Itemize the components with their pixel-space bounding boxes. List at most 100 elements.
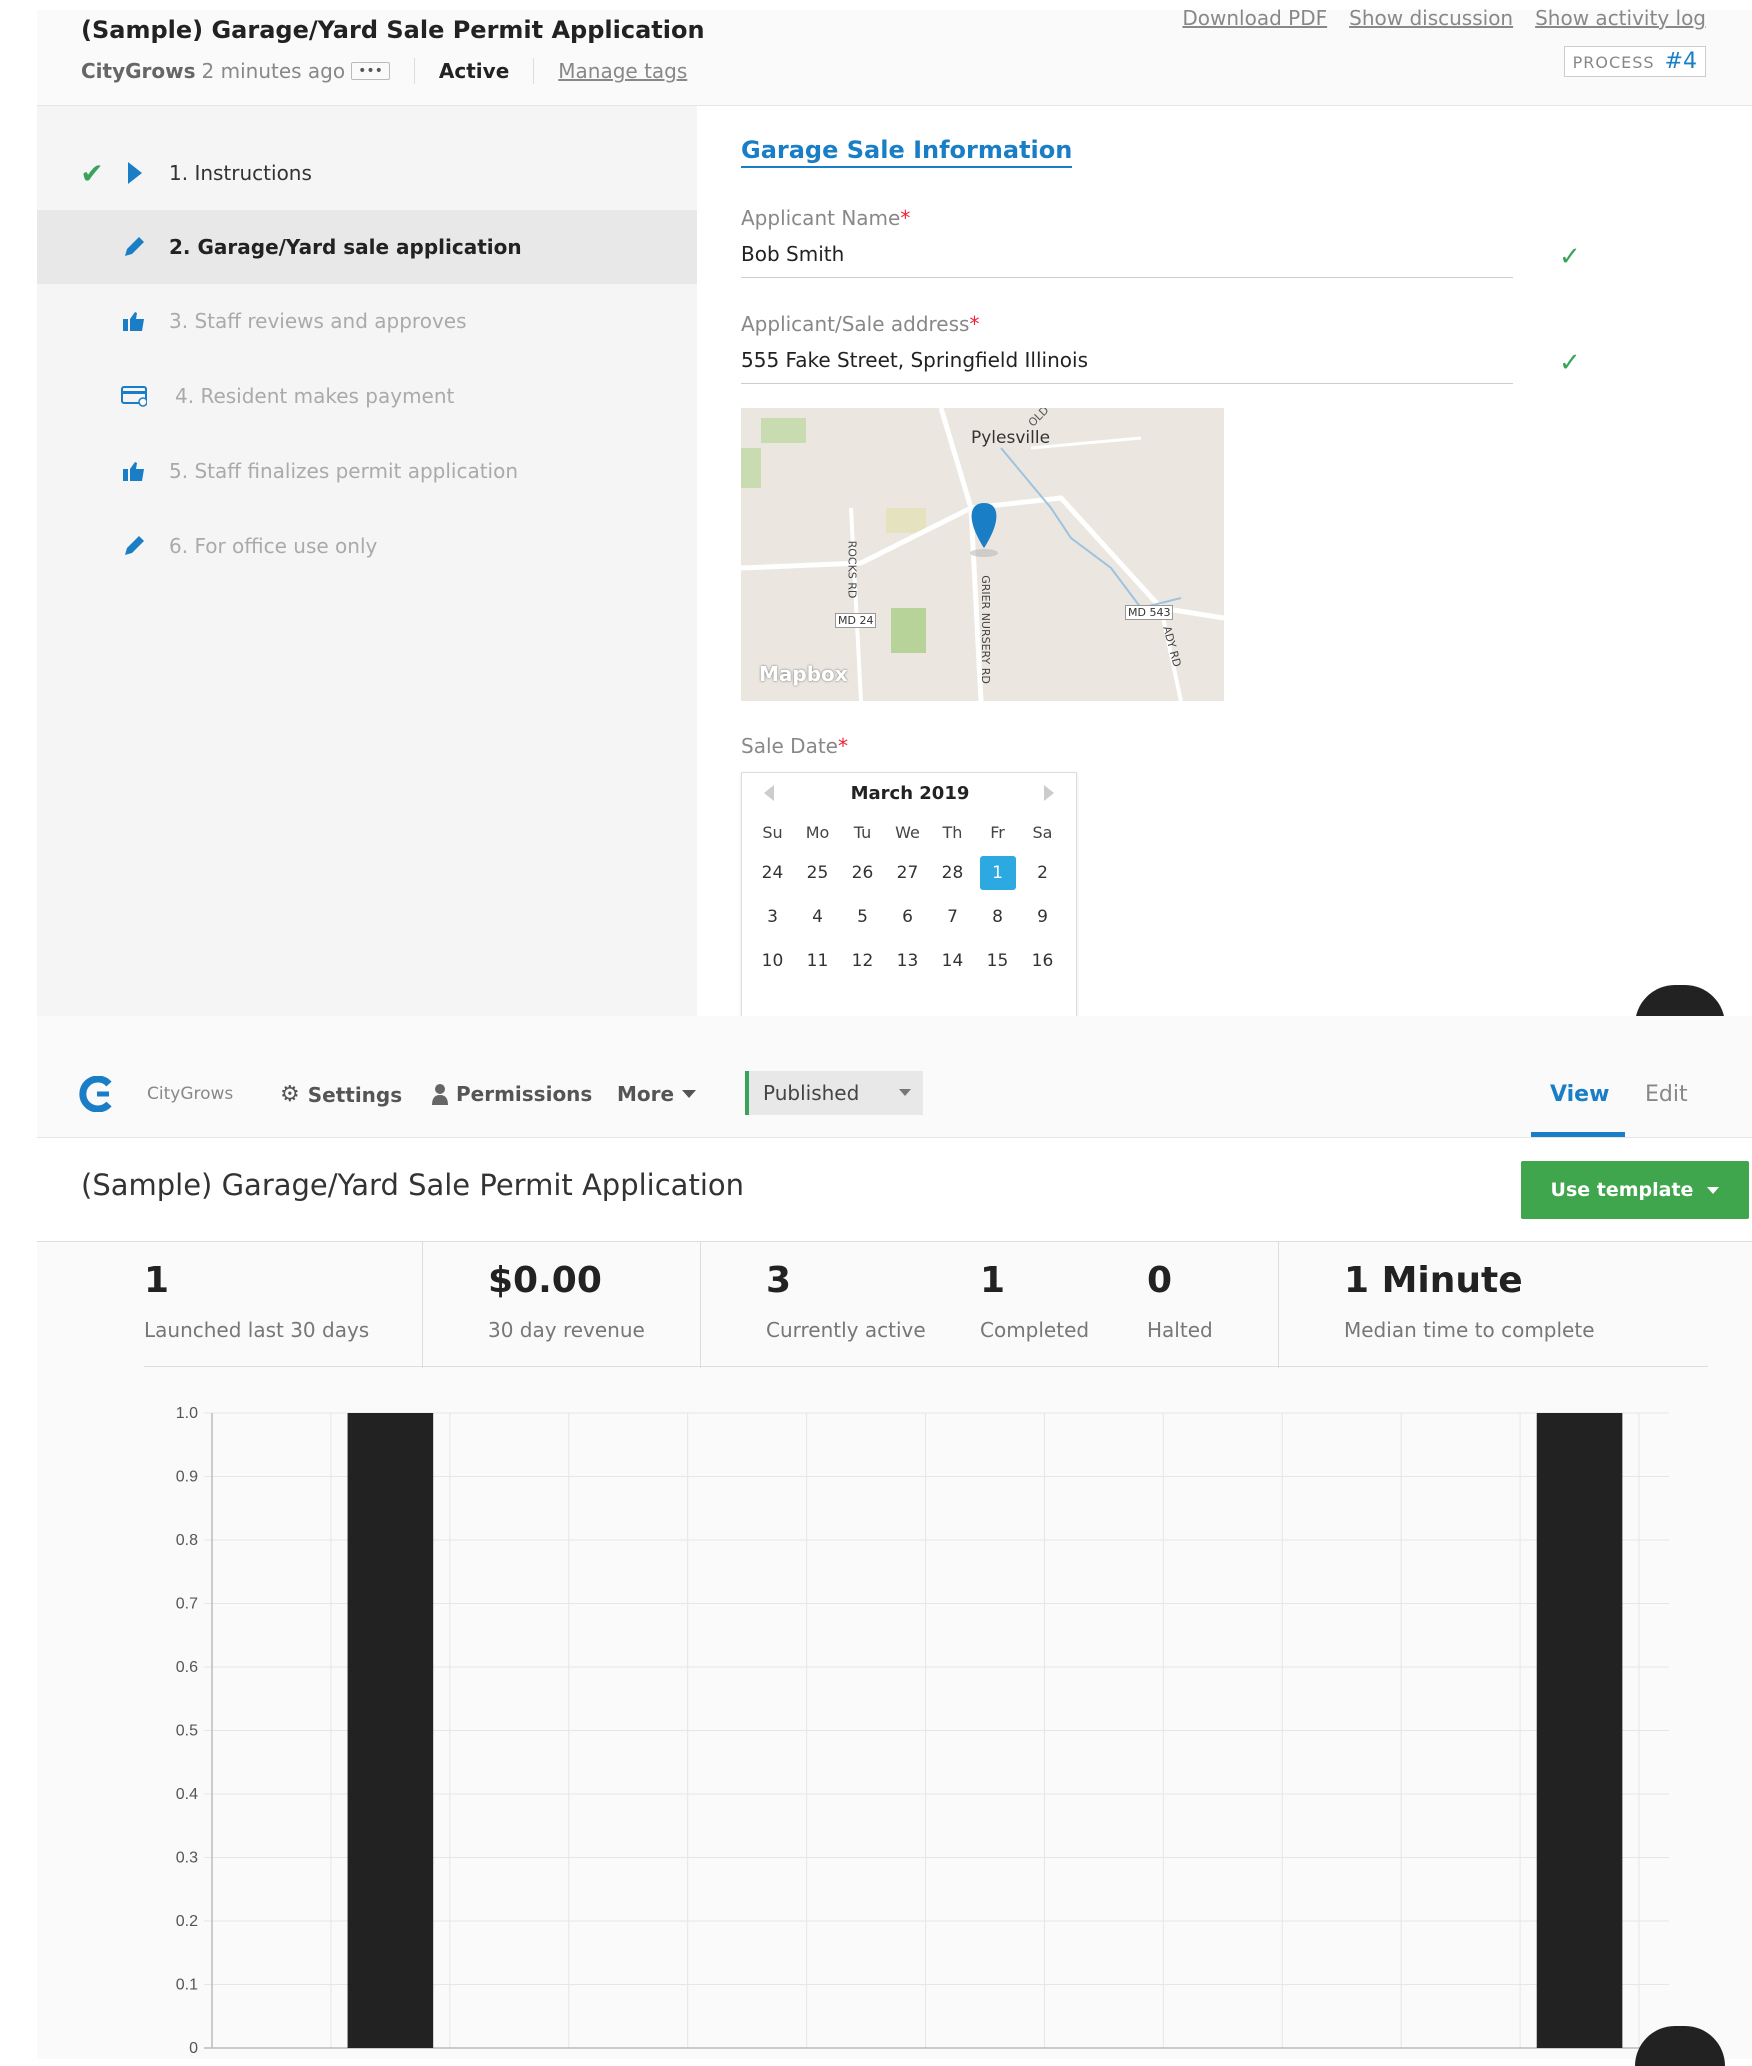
sale-date-label: Sale Date* [741, 734, 848, 758]
status-dropdown[interactable]: Published [745, 1071, 923, 1115]
calendar-day[interactable]: 2 [1020, 851, 1065, 895]
calendar-day[interactable]: 13 [885, 939, 930, 983]
calendar-day[interactable]: 11 [795, 939, 840, 983]
top-nav: CityGrows ⚙ Settings Permissions More Pub… [37, 1016, 1752, 1138]
day-number: 13 [896, 951, 919, 971]
template-title-bar: (Sample) Garage/Yard Sale Permit Applica… [37, 1138, 1752, 1242]
day-number: 5 [857, 907, 868, 927]
day-number: 25 [806, 863, 829, 883]
calendar-day[interactable]: 25 [795, 851, 840, 895]
calendar-day[interactable]: 8 [975, 895, 1020, 939]
checkmark-icon: ✔ [80, 156, 104, 190]
weekday-header: Sa [1032, 822, 1053, 842]
chart-bar [1536, 1413, 1623, 2048]
step-label: 3. Staff reviews and approves [169, 309, 467, 333]
show-activity-log-link[interactable]: Show activity log [1535, 6, 1706, 30]
more-menu[interactable]: More [617, 1082, 697, 1106]
use-template-label: Use template [1550, 1179, 1694, 1201]
calendar-day[interactable]: 14 [930, 939, 975, 983]
y-tick-label: 0.1 [176, 1977, 198, 1994]
calendar-day[interactable]: 9 [1020, 895, 1065, 939]
citygrows-logo-icon[interactable] [79, 1075, 115, 1116]
weekday-header: Fr [990, 822, 1005, 842]
calendar-day[interactable]: 28 [930, 851, 975, 895]
day-number: 7 [947, 907, 958, 927]
label-text: Applicant Name [741, 206, 901, 230]
step-item-application[interactable]: 2. Garage/Yard sale application [37, 210, 697, 284]
stat-label-revenue: 30 day revenue [488, 1318, 645, 1342]
thumbs-up-icon [121, 458, 147, 484]
stat-label-active: Currently active [766, 1318, 926, 1342]
map-label-md24: MD 24 [835, 613, 877, 628]
settings-menu[interactable]: ⚙ Settings [280, 1082, 402, 1107]
process-label: PROCESS [1572, 53, 1655, 72]
calendar-day[interactable]: 3 [750, 895, 795, 939]
calendar-day[interactable]: 26 [840, 851, 885, 895]
permissions-label: Permissions [456, 1082, 593, 1106]
calendar-day[interactable]: 24 [750, 851, 795, 895]
section-title: Garage Sale Information [741, 136, 1073, 168]
divider [144, 1366, 1708, 1367]
process-badge: PROCESS #4 [1563, 46, 1706, 77]
valid-check-icon: ✓ [1559, 242, 1581, 272]
stat-label-completed: Completed [980, 1318, 1090, 1342]
settings-label: Settings [307, 1082, 403, 1107]
template-panel: CityGrows ⚙ Settings Permissions More Pub… [37, 1016, 1752, 2066]
divider [1278, 1242, 1279, 1368]
gear-icon: ⚙ [280, 1082, 300, 1107]
applicant-name-label: Applicant Name* [741, 206, 910, 230]
calendar-day[interactable]: 15 [975, 939, 1020, 983]
y-tick-label: 0.6 [176, 1659, 198, 1676]
permissions-menu[interactable]: Permissions [432, 1082, 592, 1106]
required-mark: * [837, 734, 848, 758]
mapbox-attribution[interactable]: Mapbox [759, 662, 848, 686]
caret-down-icon [1707, 1186, 1720, 1194]
weekday-row: Su Mo Tu We Th Fr Sa [750, 813, 1065, 851]
day-number: 11 [806, 951, 829, 971]
play-icon [121, 160, 147, 186]
calendar-day[interactable]: 16 [1020, 939, 1065, 983]
address-field[interactable]: 555 Fake Street, Springfield Illinois [741, 348, 1511, 372]
label-text: Sale Date [741, 734, 838, 758]
day-number: 1 [979, 856, 1016, 890]
step-item-staff-review[interactable]: 3. Staff reviews and approves [37, 284, 697, 358]
step-item-finalize[interactable]: 5. Staff finalizes permit application [37, 434, 697, 508]
address-map[interactable]: Pylesville OLD ROCKS RD MD 24 GRIER NURS… [741, 408, 1224, 701]
calendar-day[interactable]: 27 [885, 851, 930, 895]
calendar-day[interactable]: 7 [930, 895, 975, 939]
step-item-instructions[interactable]: ✔ 1. Instructions [37, 136, 697, 210]
tab-view[interactable]: View [1550, 1082, 1609, 1107]
next-month-icon[interactable] [1042, 785, 1054, 805]
calendar-day[interactable]: 6 [885, 895, 930, 939]
weekday-header: Th [942, 822, 963, 842]
calendar-day[interactable]: 12 [840, 939, 885, 983]
calendar-day-selected[interactable]: 1 [975, 851, 1020, 895]
calendar-week: 10 11 12 13 14 15 16 [750, 939, 1065, 983]
step-item-office-use[interactable]: 6. For office use only [37, 509, 697, 583]
show-discussion-link[interactable]: Show discussion [1349, 6, 1513, 30]
process-panel: (Sample) Garage/Yard Sale Permit Applica… [37, 6, 1752, 1025]
download-pdf-link[interactable]: Download PDF [1182, 6, 1327, 30]
day-number: 2 [1037, 863, 1048, 883]
calendar-day[interactable]: 5 [840, 895, 885, 939]
applicant-name-field[interactable]: Bob Smith [741, 242, 1511, 266]
day-number: 3 [767, 907, 778, 927]
calendar-day[interactable]: 4 [795, 895, 840, 939]
y-tick-label: 0.5 [176, 1723, 198, 1740]
more-options-button[interactable]: ••• [351, 62, 390, 80]
field-underline [741, 277, 1513, 278]
thumbs-up-icon [121, 308, 147, 334]
calendar-day[interactable]: 10 [750, 939, 795, 983]
required-mark: * [969, 312, 980, 336]
tab-edit[interactable]: Edit [1645, 1082, 1688, 1107]
y-tick-label: 0.4 [176, 1786, 198, 1803]
address-label: Applicant/Sale address* [741, 312, 979, 336]
y-tick-label: 0.2 [176, 1913, 198, 1930]
step-item-payment[interactable]: 4. Resident makes payment [37, 359, 697, 433]
y-tick-label: 0.7 [176, 1596, 198, 1613]
manage-tags-link[interactable]: Manage tags [558, 59, 687, 83]
use-template-button[interactable]: Use template [1521, 1161, 1749, 1219]
day-number: 16 [1031, 951, 1054, 971]
day-number: 4 [812, 907, 823, 927]
stat-value-active: 3 [766, 1260, 792, 1301]
